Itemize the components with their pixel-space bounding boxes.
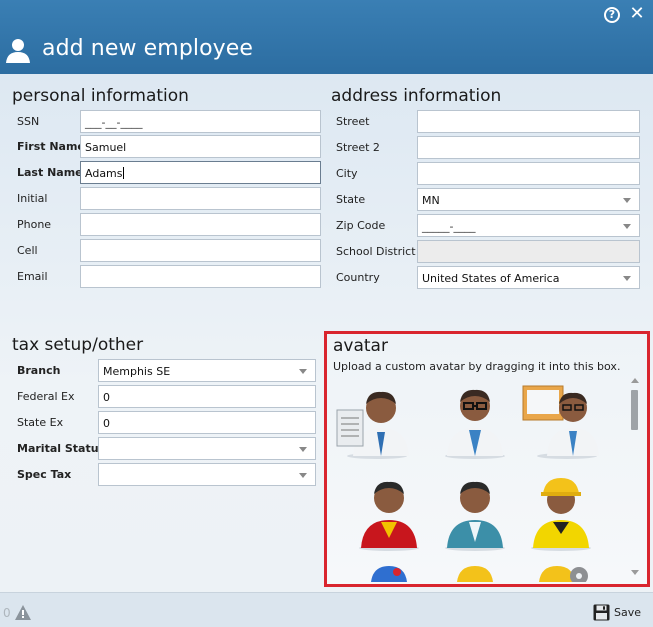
avatar-mechanic-icon[interactable]	[519, 560, 603, 582]
email-label: Email	[17, 270, 48, 283]
avatar-teal-shirt-icon[interactable]	[433, 468, 517, 552]
floppy-disk-icon	[593, 604, 610, 621]
text-caret	[122, 167, 124, 179]
cell-input[interactable]	[80, 239, 321, 262]
spec-tax-label: Spec Tax	[17, 468, 72, 481]
spec-tax-select[interactable]	[98, 463, 316, 486]
title-bar: add new employee ? ✕	[0, 0, 653, 74]
branch-select[interactable]: Memphis SE	[98, 359, 316, 382]
marital-status-label: Marital Status	[17, 442, 106, 455]
tax-setup-heading: tax setup/other	[12, 335, 144, 355]
first-name-label: First Name	[17, 140, 85, 153]
country-label: Country	[336, 271, 380, 284]
initial-label: Initial	[17, 192, 48, 205]
warning-count: 0	[3, 606, 11, 620]
street2-label: Street 2	[336, 141, 380, 154]
warning-icon[interactable]	[14, 604, 32, 621]
person-icon	[6, 39, 30, 63]
avatar-blue-cap-icon[interactable]	[347, 560, 431, 582]
last-name-input[interactable]: Adams	[80, 161, 321, 184]
school-district-input	[417, 240, 640, 263]
close-button[interactable]: ✕	[627, 4, 647, 24]
save-label: Save	[614, 606, 642, 619]
street-input[interactable]	[417, 110, 640, 133]
scroll-down-arrow-icon[interactable]	[631, 570, 639, 575]
cell-label: Cell	[17, 244, 38, 257]
state-ex-label: State Ex	[17, 416, 64, 429]
federal-ex-label: Federal Ex	[17, 390, 75, 403]
avatar-glasses-icon[interactable]	[433, 376, 517, 460]
avatar-upload-hint: Upload a custom avatar by dragging it in…	[333, 360, 621, 373]
avatar-red-shirt-icon[interactable]	[347, 468, 431, 552]
avatar-hardhat-icon[interactable]	[433, 560, 517, 582]
initial-input[interactable]	[80, 187, 321, 210]
zip-code-label: Zip Code	[336, 219, 386, 232]
phone-label: Phone	[17, 218, 52, 231]
personal-info-heading: personal information	[12, 86, 189, 106]
avatar-grid	[333, 376, 629, 582]
avatar-clipboard-icon[interactable]	[333, 376, 417, 460]
avatar-presenter-icon[interactable]	[519, 376, 603, 460]
ssn-input[interactable]: ___-__-____	[80, 110, 321, 133]
avatar-drop-zone[interactable]: avatar Upload a custom avatar by draggin…	[324, 331, 650, 587]
country-select[interactable]: United States of America	[417, 266, 640, 289]
avatar-scrollbar[interactable]	[629, 376, 641, 580]
federal-ex-input[interactable]: 0	[98, 385, 316, 408]
phone-input[interactable]	[80, 213, 321, 236]
street-label: Street	[336, 115, 370, 128]
first-name-input[interactable]: Samuel	[80, 135, 321, 158]
state-ex-input[interactable]: 0	[98, 411, 316, 434]
state-label: State	[336, 193, 366, 206]
save-button[interactable]: Save	[590, 602, 646, 624]
zip-code-input[interactable]: _____-____	[417, 214, 640, 237]
window-title: add new employee	[42, 36, 254, 61]
avatar-hardhat-yellow-icon[interactable]	[519, 468, 603, 552]
street2-input[interactable]	[417, 136, 640, 159]
city-input[interactable]	[417, 162, 640, 185]
scroll-thumb[interactable]	[631, 390, 638, 430]
scroll-up-arrow-icon[interactable]	[631, 378, 639, 383]
help-button[interactable]: ?	[604, 7, 620, 23]
email-input[interactable]	[80, 265, 321, 288]
last-name-label: Last Name	[17, 166, 83, 179]
school-district-label: School District	[336, 245, 416, 258]
branch-label: Branch	[17, 364, 61, 377]
avatar-heading: avatar	[333, 336, 388, 356]
state-select[interactable]: MN	[417, 188, 640, 211]
address-info-heading: address information	[331, 86, 502, 106]
city-label: City	[336, 167, 358, 180]
ssn-label: SSN	[17, 115, 40, 128]
marital-status-select[interactable]	[98, 437, 316, 460]
footer-bar: 0 Save	[0, 592, 653, 627]
last-name-value: Adams	[85, 167, 123, 180]
